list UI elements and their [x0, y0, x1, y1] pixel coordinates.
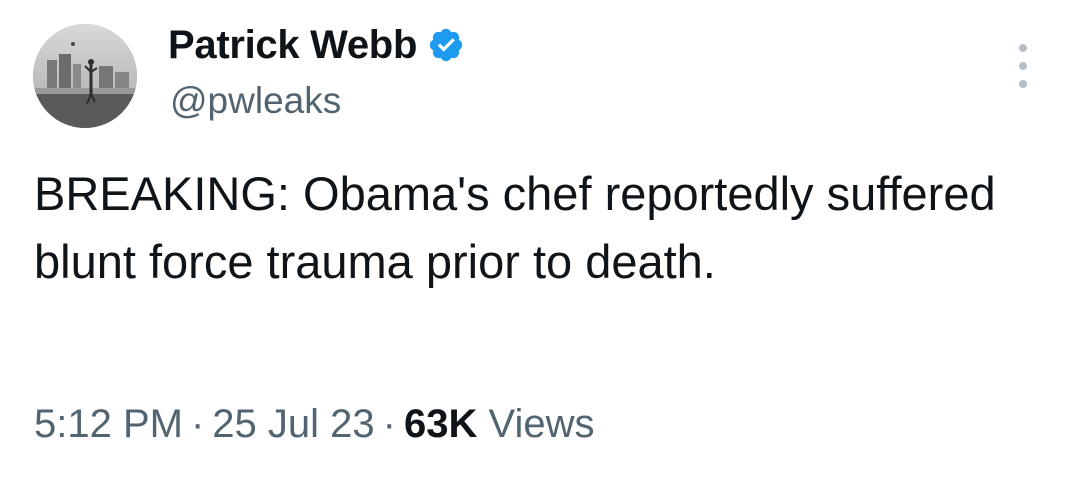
tweet-time[interactable]: 5:12 PM [34, 402, 183, 446]
avatar-photo [33, 24, 137, 128]
tweet-date[interactable]: 25 Jul 23 [212, 402, 374, 446]
views-count[interactable]: 63K [404, 402, 477, 446]
tweet-metadata: 5:12 PM · 25 Jul 23 · 63K Views [34, 402, 594, 447]
avatar[interactable] [33, 24, 137, 128]
views-label[interactable]: Views [488, 402, 594, 446]
author-display-name[interactable]: Patrick Webb [168, 23, 417, 68]
more-dot [1019, 44, 1027, 52]
verified-badge-icon[interactable] [427, 26, 465, 64]
meta-separator: · [382, 402, 396, 446]
more-dot [1019, 80, 1027, 88]
author-name-row: Patrick Webb [168, 20, 465, 70]
more-dot [1019, 62, 1027, 70]
more-vertical-icon[interactable] [1008, 44, 1038, 88]
author-handle[interactable]: @pwleaks [170, 80, 341, 122]
meta-separator: · [190, 402, 205, 446]
tweet-text: BREAKING: Obama's chef reportedly suffer… [34, 167, 996, 288]
